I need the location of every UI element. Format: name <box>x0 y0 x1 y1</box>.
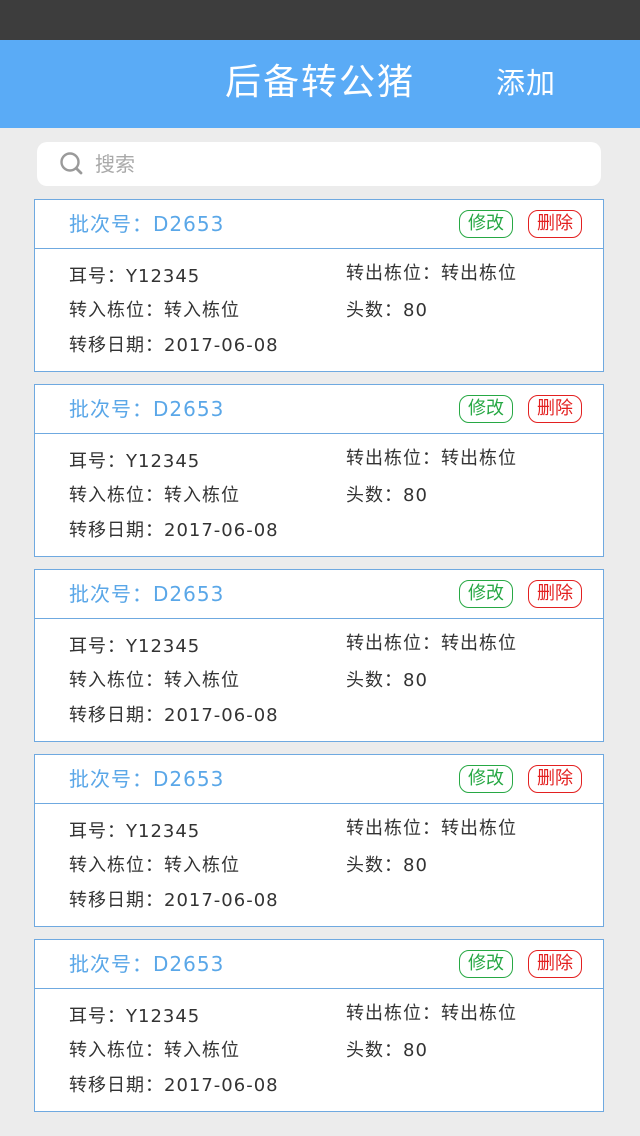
record-card: 批次号：D2653 修改 删除 耳号：Y12345 转出栋位：转出栋位 转入栋位… <box>34 384 604 557</box>
head-count: 头数：80 <box>346 300 428 321</box>
out-pen: 转出栋位：转出栋位 <box>346 1003 517 1024</box>
record-list: 批次号：D2653 修改 删除 耳号：Y12345 转出栋位：转出栋位 转入栋位… <box>34 199 604 1124</box>
edit-button[interactable]: 修改 <box>459 210 513 238</box>
in-pen: 转入栋位：转入栋位 <box>69 300 240 321</box>
search-input[interactable] <box>95 142 575 186</box>
transfer-date: 转移日期：2017-06-08 <box>69 335 279 356</box>
ear-tag: 耳号：Y12345 <box>69 266 201 287</box>
record-card-body: 耳号：Y12345 转出栋位：转出栋位 转入栋位：转入栋位 头数：80 转移日期… <box>35 434 603 556</box>
out-pen: 转出栋位：转出栋位 <box>346 818 517 839</box>
ear-tag: 耳号：Y12345 <box>69 1006 201 1027</box>
batch-number: 批次号：D2653 <box>69 952 225 976</box>
status-bar <box>0 0 640 40</box>
record-card-header: 批次号：D2653 修改 删除 <box>35 755 603 804</box>
ear-tag: 耳号：Y12345 <box>69 451 201 472</box>
in-pen: 转入栋位：转入栋位 <box>69 1040 240 1061</box>
search-bar[interactable] <box>37 142 601 186</box>
transfer-date: 转移日期：2017-06-08 <box>69 890 279 911</box>
delete-button[interactable]: 删除 <box>528 395 582 423</box>
record-card-header: 批次号：D2653 修改 删除 <box>35 200 603 249</box>
delete-button[interactable]: 删除 <box>528 765 582 793</box>
delete-button[interactable]: 删除 <box>528 950 582 978</box>
edit-button[interactable]: 修改 <box>459 395 513 423</box>
out-pen: 转出栋位：转出栋位 <box>346 448 517 469</box>
head-count: 头数：80 <box>346 1040 428 1061</box>
out-pen: 转出栋位：转出栋位 <box>346 263 517 284</box>
edit-button[interactable]: 修改 <box>459 580 513 608</box>
head-count: 头数：80 <box>346 670 428 691</box>
ear-tag: 耳号：Y12345 <box>69 821 201 842</box>
in-pen: 转入栋位：转入栋位 <box>69 485 240 506</box>
record-card: 批次号：D2653 修改 删除 耳号：Y12345 转出栋位：转出栋位 转入栋位… <box>34 754 604 927</box>
out-pen: 转出栋位：转出栋位 <box>346 633 517 654</box>
transfer-date: 转移日期：2017-06-08 <box>69 520 279 541</box>
record-card-body: 耳号：Y12345 转出栋位：转出栋位 转入栋位：转入栋位 头数：80 转移日期… <box>35 619 603 741</box>
search-icon <box>60 152 83 175</box>
delete-button[interactable]: 删除 <box>528 210 582 238</box>
record-card: 批次号：D2653 修改 删除 耳号：Y12345 转出栋位：转出栋位 转入栋位… <box>34 939 604 1112</box>
in-pen: 转入栋位：转入栋位 <box>69 670 240 691</box>
record-card-body: 耳号：Y12345 转出栋位：转出栋位 转入栋位：转入栋位 头数：80 转移日期… <box>35 804 603 926</box>
ear-tag: 耳号：Y12345 <box>69 636 201 657</box>
record-card-header: 批次号：D2653 修改 删除 <box>35 570 603 619</box>
record-card-body: 耳号：Y12345 转出栋位：转出栋位 转入栋位：转入栋位 头数：80 转移日期… <box>35 249 603 371</box>
add-button[interactable]: 添加 <box>496 40 556 128</box>
record-card-header: 批次号：D2653 修改 删除 <box>35 940 603 989</box>
head-count: 头数：80 <box>346 485 428 506</box>
batch-number: 批次号：D2653 <box>69 397 225 421</box>
record-card: 批次号：D2653 修改 删除 耳号：Y12345 转出栋位：转出栋位 转入栋位… <box>34 199 604 372</box>
record-card: 批次号：D2653 修改 删除 耳号：Y12345 转出栋位：转出栋位 转入栋位… <box>34 569 604 742</box>
batch-number: 批次号：D2653 <box>69 767 225 791</box>
batch-number: 批次号：D2653 <box>69 212 225 236</box>
batch-number: 批次号：D2653 <box>69 582 225 606</box>
head-count: 头数：80 <box>346 855 428 876</box>
edit-button[interactable]: 修改 <box>459 765 513 793</box>
transfer-date: 转移日期：2017-06-08 <box>69 1075 279 1096</box>
delete-button[interactable]: 删除 <box>528 580 582 608</box>
edit-button[interactable]: 修改 <box>459 950 513 978</box>
record-card-header: 批次号：D2653 修改 删除 <box>35 385 603 434</box>
record-card-body: 耳号：Y12345 转出栋位：转出栋位 转入栋位：转入栋位 头数：80 转移日期… <box>35 989 603 1111</box>
transfer-date: 转移日期：2017-06-08 <box>69 705 279 726</box>
in-pen: 转入栋位：转入栋位 <box>69 855 240 876</box>
nav-bar: 后备转公猪 添加 <box>0 40 640 128</box>
